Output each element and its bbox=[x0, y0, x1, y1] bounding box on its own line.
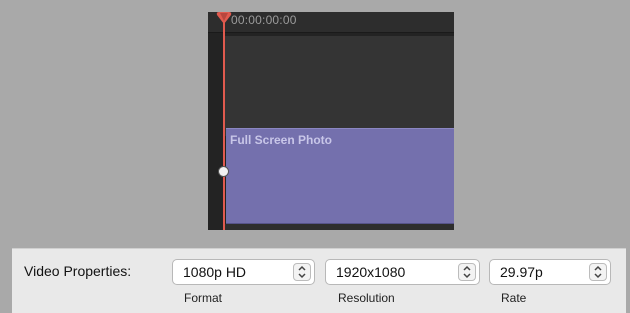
stepper-chevrons-icon[interactable] bbox=[458, 263, 476, 281]
rate-caption: Rate bbox=[501, 291, 527, 305]
resolution-caption: Resolution bbox=[338, 291, 395, 305]
video-properties-label: Video Properties: bbox=[24, 263, 132, 279]
empty-track-area[interactable] bbox=[224, 36, 454, 136]
format-caption: Format bbox=[184, 291, 223, 305]
timeline[interactable]: 00:00:00:00 Full Screen Photo bbox=[208, 12, 454, 230]
timeline-ruler[interactable]: 00:00:00:00 bbox=[208, 12, 454, 33]
resolution-value: 1920x1080 bbox=[336, 264, 406, 280]
rate-value: 29.97p bbox=[500, 264, 543, 280]
format-select[interactable]: 1080p HD bbox=[172, 259, 315, 285]
stepper-chevrons-icon[interactable] bbox=[589, 263, 607, 281]
clip-full-screen-photo[interactable]: Full Screen Photo bbox=[226, 128, 454, 224]
playhead-marker-icon[interactable] bbox=[216, 12, 232, 24]
rate-select[interactable]: 29.97p bbox=[489, 259, 611, 285]
timecode-display: 00:00:00:00 bbox=[231, 13, 297, 27]
clip-title: Full Screen Photo bbox=[230, 133, 333, 147]
resolution-select[interactable]: 1920x1080 bbox=[325, 259, 480, 285]
format-value: 1080p HD bbox=[183, 264, 247, 280]
video-properties-bar: Video Properties: 1080p HD Format 1920x1… bbox=[12, 248, 626, 313]
clip-handle-icon[interactable] bbox=[218, 166, 229, 177]
playhead-line[interactable] bbox=[223, 22, 225, 230]
stepper-chevrons-icon[interactable] bbox=[293, 263, 311, 281]
track-bottom-edge bbox=[224, 224, 454, 230]
